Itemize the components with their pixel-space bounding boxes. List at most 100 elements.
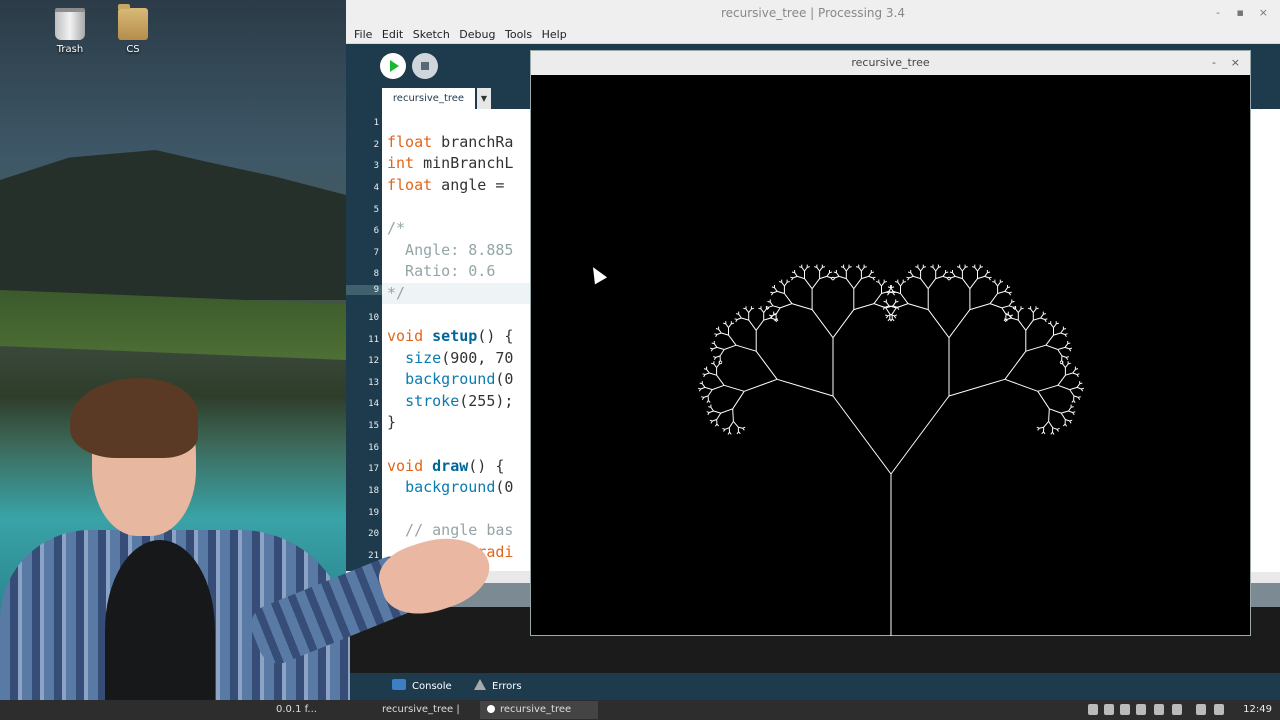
tab-menu-arrow[interactable]: ▼ — [477, 88, 491, 109]
sketch-close-button[interactable]: × — [1231, 51, 1240, 75]
taskbar-item-sketch[interactable]: recursive_tree — [480, 701, 598, 719]
tree-branch — [1069, 419, 1073, 422]
tree-branch — [710, 407, 715, 412]
taskbar-item[interactable]: 0.0.1 f... — [272, 701, 372, 719]
tree-branch — [1008, 291, 1012, 294]
tree-branch — [704, 386, 713, 391]
tree-branch — [710, 420, 713, 424]
tree-branch — [891, 307, 897, 315]
tree-branch — [1025, 319, 1034, 331]
tree-branch — [1065, 372, 1073, 376]
tab-console[interactable]: Console — [392, 679, 452, 694]
tree-branch — [1069, 386, 1078, 391]
tree-branch — [735, 319, 738, 323]
tree-branch — [942, 272, 947, 277]
tree-branch — [724, 344, 737, 350]
sketch-canvas[interactable] — [531, 75, 1251, 636]
battery-icon[interactable] — [1136, 704, 1146, 715]
tree-branch — [728, 334, 737, 346]
tree-branch — [732, 391, 745, 410]
tree-branch — [755, 319, 765, 331]
tree-branch — [1064, 423, 1068, 427]
menu-edit[interactable]: Edit — [382, 28, 403, 41]
mountain-scenery — [0, 150, 346, 300]
desktop-icon-cs[interactable]: CS — [103, 4, 163, 55]
tree-branch — [1043, 431, 1046, 435]
sketch-minimize-button[interactable]: - — [1212, 51, 1216, 75]
tree-branch — [1073, 395, 1079, 398]
tree-branch — [908, 275, 914, 279]
tree-branch — [816, 267, 821, 272]
tree-branch — [1072, 369, 1076, 374]
tree-branch — [1043, 421, 1049, 428]
line-number: 14 — [368, 399, 379, 409]
tree-branch — [718, 329, 722, 334]
desktop-icon-trash[interactable]: Trash — [40, 8, 100, 55]
user-icon[interactable] — [1088, 704, 1098, 715]
tree-branch — [1061, 355, 1067, 358]
menu-file[interactable]: File — [354, 28, 372, 41]
tree-branch — [1040, 317, 1045, 320]
tree-branch — [984, 272, 988, 277]
tree-branch — [1050, 323, 1054, 328]
tree-branch — [1052, 431, 1055, 435]
tree-branch — [725, 323, 729, 328]
tree-branch — [1069, 347, 1073, 350]
tree-branch — [1010, 317, 1019, 321]
tree-branch — [1061, 360, 1064, 363]
tree-branch — [1064, 343, 1069, 348]
volume-icon[interactable] — [1120, 704, 1130, 715]
tree-branch — [1064, 333, 1068, 335]
tree-branch — [804, 267, 808, 272]
tree-branch — [838, 275, 847, 280]
menu-sketch[interactable]: Sketch — [413, 28, 450, 41]
menu-help[interactable]: Help — [542, 28, 567, 41]
tree-branch — [713, 343, 718, 348]
tree-branch — [819, 275, 827, 280]
tree-branch — [889, 318, 892, 322]
tree-branch — [713, 410, 721, 414]
tree-branch — [950, 275, 956, 279]
tree-branch — [811, 278, 821, 289]
tree-branch — [1076, 373, 1080, 375]
run-button[interactable] — [380, 53, 406, 79]
display-icon[interactable] — [1214, 704, 1224, 715]
tree-branch — [1076, 386, 1082, 390]
tab-errors[interactable]: Errors — [474, 679, 522, 694]
warning-icon — [474, 679, 486, 690]
tree-branch — [920, 267, 924, 272]
maximize-button[interactable]: ▪ — [1237, 0, 1244, 26]
notification-icon[interactable] — [1172, 704, 1182, 715]
tree-branch — [768, 305, 774, 308]
bluetooth-icon[interactable] — [1154, 704, 1164, 715]
menu-tools[interactable]: Tools — [505, 28, 532, 41]
line-number-gutter: 1 2 3 4 5 6 7 8 9 10 11 12 13 14 15 16 1… — [346, 109, 382, 571]
tree-branch — [716, 423, 720, 427]
tree-branch — [927, 278, 937, 289]
stop-button[interactable] — [412, 53, 438, 79]
tree-branch — [920, 278, 929, 290]
tree-branch — [1037, 384, 1059, 392]
tree-branch — [703, 374, 706, 378]
tree-branch — [713, 363, 718, 368]
minimize-button[interactable]: - — [1216, 0, 1220, 26]
menu-debug[interactable]: Debug — [459, 28, 495, 41]
tree-branch — [711, 342, 715, 345]
tree-branch — [783, 282, 788, 287]
tree-branch — [719, 349, 725, 357]
taskbar-item-ide[interactable]: recursive_tree | Pr... — [378, 701, 478, 719]
tree-branch — [1072, 411, 1076, 413]
tree-branch — [794, 272, 798, 277]
tree-branch — [977, 275, 985, 280]
tree-branch — [1004, 350, 1027, 380]
tree-branch — [700, 386, 706, 390]
tree-branch — [878, 282, 882, 287]
folder-icon — [118, 4, 148, 40]
wifi-icon[interactable] — [1104, 704, 1114, 715]
clipboard-icon[interactable] — [1196, 704, 1206, 715]
close-button[interactable]: × — [1259, 0, 1268, 26]
tree-branch — [710, 348, 714, 352]
tree-branch — [719, 360, 723, 363]
tab-recursive-tree[interactable]: recursive_tree — [382, 88, 475, 109]
line-number: 2 — [373, 140, 379, 150]
